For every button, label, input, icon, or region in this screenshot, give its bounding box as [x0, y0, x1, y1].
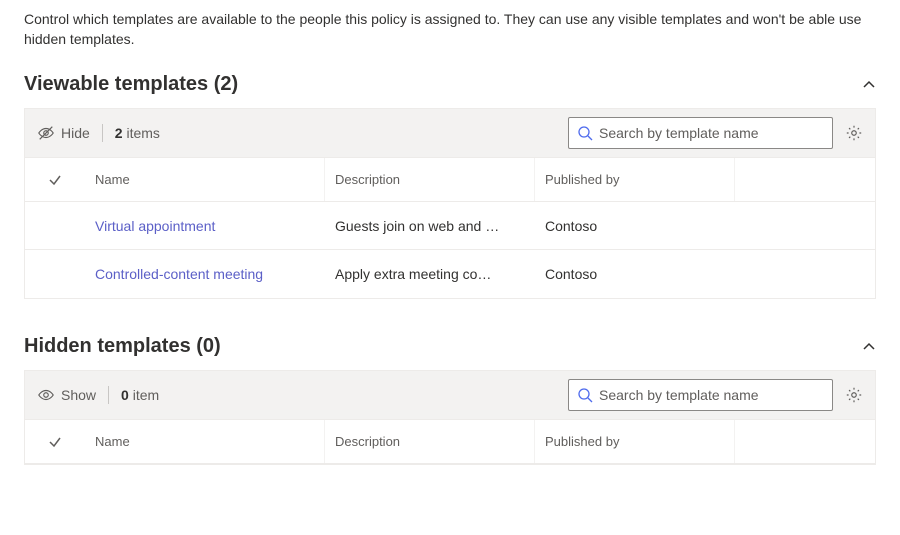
- hidden-header[interactable]: Hidden templates (0): [24, 335, 876, 358]
- chevron-up-icon[interactable]: [862, 78, 876, 92]
- intro-text: Control which templates are available to…: [24, 10, 874, 49]
- show-button[interactable]: Show: [37, 386, 96, 404]
- template-published-by: Contoso: [535, 218, 735, 234]
- hidden-title: Hidden templates (0): [24, 335, 221, 358]
- viewable-search[interactable]: [568, 117, 833, 149]
- table-row[interactable]: Virtual appointment Guests join on web a…: [25, 202, 875, 250]
- hidden-search-input[interactable]: [599, 387, 824, 403]
- viewable-table-header: Name Description Published by: [25, 158, 875, 202]
- hidden-section: Hidden templates (0) Show 0 item: [24, 335, 876, 465]
- template-description: Apply extra meeting co…: [325, 266, 535, 282]
- settings-button[interactable]: [845, 124, 863, 142]
- viewable-header[interactable]: Viewable templates (2): [24, 73, 876, 96]
- toolbar-divider: [108, 386, 109, 404]
- hidden-table-header: Name Description Published by: [25, 420, 875, 464]
- viewable-search-input[interactable]: [599, 125, 824, 141]
- show-icon: [37, 386, 55, 404]
- select-all-checkbox[interactable]: [25, 420, 85, 463]
- viewable-table: Name Description Published by Virtual ap…: [24, 158, 876, 299]
- hidden-toolbar: Show 0 item: [24, 370, 876, 420]
- hide-icon: [37, 124, 55, 142]
- toolbar-divider: [102, 124, 103, 142]
- hidden-table: Name Description Published by: [24, 420, 876, 465]
- col-published-by[interactable]: Published by: [535, 158, 735, 201]
- col-spacer: [735, 158, 875, 201]
- settings-button[interactable]: [845, 386, 863, 404]
- hide-label: Hide: [61, 125, 90, 141]
- show-label: Show: [61, 387, 96, 403]
- template-name-link[interactable]: Virtual appointment: [85, 218, 325, 234]
- table-row[interactable]: Controlled-content meeting Apply extra m…: [25, 250, 875, 298]
- col-spacer: [735, 420, 875, 463]
- hidden-search[interactable]: [568, 379, 833, 411]
- template-description: Guests join on web and …: [325, 218, 535, 234]
- col-description[interactable]: Description: [325, 420, 535, 463]
- viewable-toolbar: Hide 2 items: [24, 108, 876, 158]
- select-all-checkbox[interactable]: [25, 158, 85, 201]
- col-published-by[interactable]: Published by: [535, 420, 735, 463]
- col-name[interactable]: Name: [85, 158, 325, 201]
- chevron-up-icon[interactable]: [862, 340, 876, 354]
- search-icon: [577, 387, 593, 403]
- template-published-by: Contoso: [535, 266, 735, 282]
- col-name[interactable]: Name: [85, 420, 325, 463]
- hide-button[interactable]: Hide: [37, 124, 90, 142]
- viewable-section: Viewable templates (2) Hide 2 items: [24, 73, 876, 299]
- col-description[interactable]: Description: [325, 158, 535, 201]
- hidden-item-count: 0 item: [121, 387, 159, 403]
- search-icon: [577, 125, 593, 141]
- viewable-title: Viewable templates (2): [24, 73, 238, 96]
- template-name-link[interactable]: Controlled-content meeting: [85, 266, 325, 282]
- viewable-item-count: 2 items: [115, 125, 160, 141]
